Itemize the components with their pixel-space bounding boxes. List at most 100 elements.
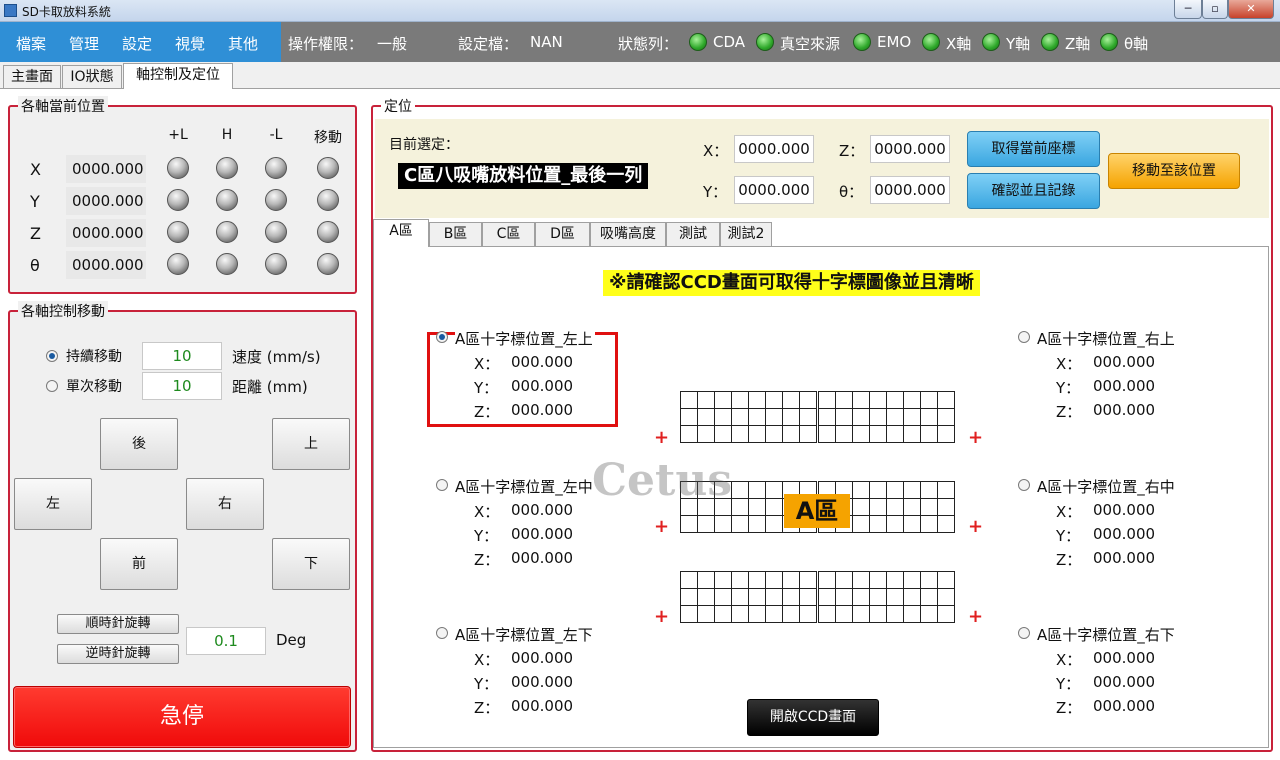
area-label: A區 xyxy=(784,494,850,528)
tab-area-d[interactable]: D區 xyxy=(535,222,590,246)
mark-right-mid-z-key: Z： xyxy=(1056,551,1082,569)
tray-cell xyxy=(783,606,799,622)
tab-area-c[interactable]: C區 xyxy=(482,222,535,246)
jog-up-button[interactable]: 上 xyxy=(272,418,350,470)
tab-area-a[interactable]: A區 xyxy=(373,219,429,247)
menu-area: 檔案 管理 設定 視覺 其他 xyxy=(0,22,281,62)
mark-right-top-radio[interactable] xyxy=(1018,331,1030,343)
pos-theta-input[interactable]: 0000.000 xyxy=(870,176,950,204)
menu-file[interactable]: 檔案 xyxy=(16,33,46,54)
tray-cell xyxy=(921,572,937,588)
mark-left-top-radio[interactable] xyxy=(436,331,448,343)
tray-cell xyxy=(887,516,903,532)
jog-back-button[interactable]: 後 xyxy=(100,418,178,470)
tray-cell xyxy=(800,572,816,588)
tray-cell xyxy=(938,392,954,408)
tray-cell xyxy=(819,589,835,605)
mark-left-bottom-radio[interactable] xyxy=(436,627,448,639)
rotate-ccw-button[interactable]: 逆時針旋轉 xyxy=(57,644,179,664)
tray-cell xyxy=(732,606,748,622)
mark-left-mid-x-key: X： xyxy=(474,503,500,521)
menu-bar: 檔案 管理 設定 視覺 其他 操作權限： 一般 設定檔： NAN 狀態列： CD… xyxy=(0,22,1280,62)
tab-area-b[interactable]: B區 xyxy=(429,222,482,246)
tab-nozzle-height[interactable]: 吸嘴高度 xyxy=(590,222,666,246)
mark-left-mid-radio[interactable] xyxy=(436,479,448,491)
current-selection-label: 目前選定： xyxy=(389,137,459,153)
deg-input[interactable]: 0.1 xyxy=(186,627,266,655)
axis-position-group: 各軸當前位置 +L H -L 移動 X 0000.000 Y 0000.000 … xyxy=(8,96,357,294)
rotate-cw-button[interactable]: 順時針旋轉 xyxy=(57,614,179,634)
z-home-lamp-icon xyxy=(216,221,238,243)
confirm-record-button[interactable]: 確認並且記錄 xyxy=(967,173,1100,209)
maximize-button[interactable]: ▫ xyxy=(1202,0,1228,19)
tray-cell xyxy=(853,572,869,588)
tab-io-status[interactable]: IO狀態 xyxy=(62,65,122,89)
z-moving-lamp-icon xyxy=(317,221,339,243)
menu-other[interactable]: 其他 xyxy=(228,33,258,54)
continuous-move-radio[interactable] xyxy=(46,350,58,362)
cross-mark-left-top: + xyxy=(654,427,670,448)
move-to-position-button[interactable]: 移動至該位置 xyxy=(1108,153,1240,189)
tray-cell xyxy=(766,392,782,408)
tray-cell xyxy=(715,516,731,532)
tray-cell xyxy=(870,426,886,442)
tray-cell xyxy=(732,392,748,408)
tray-cell xyxy=(853,409,869,425)
tray-cell xyxy=(800,589,816,605)
jog-front-button[interactable]: 前 xyxy=(100,538,178,590)
pos-y-input[interactable]: 0000.000 xyxy=(734,176,814,204)
status-vacuum: 真空來源 xyxy=(780,35,841,53)
axis-position-title: 各軸當前位置 xyxy=(18,96,108,116)
mark-right-top-z: 000.000 xyxy=(1093,401,1156,419)
col-plus-limit: +L xyxy=(168,127,188,143)
tray-cell xyxy=(853,499,869,515)
tray-cell xyxy=(938,572,954,588)
tray-cell xyxy=(681,392,697,408)
tray-cell xyxy=(698,392,714,408)
menu-manage[interactable]: 管理 xyxy=(69,33,99,54)
tab-axis-control[interactable]: 軸控制及定位 xyxy=(123,63,233,89)
tray-cell xyxy=(749,409,765,425)
jog-down-button[interactable]: 下 xyxy=(272,538,350,590)
tray-cell xyxy=(887,409,903,425)
mark-right-mid-radio[interactable] xyxy=(1018,479,1030,491)
jog-right-button[interactable]: 右 xyxy=(186,478,264,530)
tray-cell xyxy=(887,499,903,515)
mark-right-top-y-key: Y： xyxy=(1056,379,1081,397)
menu-vision[interactable]: 視覺 xyxy=(175,33,205,54)
mark-right-bottom-z: 000.000 xyxy=(1093,697,1156,715)
status-cda: CDA xyxy=(713,33,746,51)
mark-left-mid-x: 000.000 xyxy=(511,501,574,519)
status-y-axis: Y軸 xyxy=(1006,35,1031,53)
mark-right-bottom-radio[interactable] xyxy=(1018,627,1030,639)
close-button[interactable]: ✕ xyxy=(1228,0,1274,19)
distance-input[interactable]: 10 xyxy=(142,372,222,400)
tray-cell xyxy=(698,516,714,532)
get-current-coord-button[interactable]: 取得當前座標 xyxy=(967,131,1100,167)
minimize-button[interactable]: ─ xyxy=(1174,0,1202,19)
tray-cell xyxy=(732,589,748,605)
mark-left-top-y-key: Y： xyxy=(474,379,499,397)
speed-input[interactable]: 10 xyxy=(142,342,222,370)
tray-cell xyxy=(681,606,697,622)
z-axis-led-icon xyxy=(1041,33,1059,51)
pos-z-input[interactable]: 0000.000 xyxy=(870,135,950,163)
menu-settings[interactable]: 設定 xyxy=(122,33,152,54)
pos-x-input[interactable]: 0000.000 xyxy=(734,135,814,163)
y-plus-limit-lamp-icon xyxy=(167,189,189,211)
mark-right-top-x: 000.000 xyxy=(1093,353,1156,371)
tray-cell xyxy=(853,482,869,498)
ccd-notice: ※請確認CCD畫面可取得十字標圖像並且清晰 xyxy=(603,270,980,296)
jog-left-button[interactable]: 左 xyxy=(14,478,92,530)
tray-cell xyxy=(800,409,816,425)
mark-right-top-label: A區十字標位置_右上 xyxy=(1037,330,1175,348)
emergency-stop-button[interactable]: 急停 xyxy=(13,686,351,748)
tab-test[interactable]: 測試 xyxy=(666,222,720,246)
tab-test2[interactable]: 測試2 xyxy=(720,222,772,246)
tab-main[interactable]: 主畫面 xyxy=(3,65,61,89)
tray-cell xyxy=(749,589,765,605)
open-ccd-button[interactable]: 開啟CCD畫面 xyxy=(747,699,879,736)
mark-left-bottom-z-key: Z： xyxy=(474,699,500,717)
tray-cell xyxy=(819,392,835,408)
single-move-radio[interactable] xyxy=(46,380,58,392)
